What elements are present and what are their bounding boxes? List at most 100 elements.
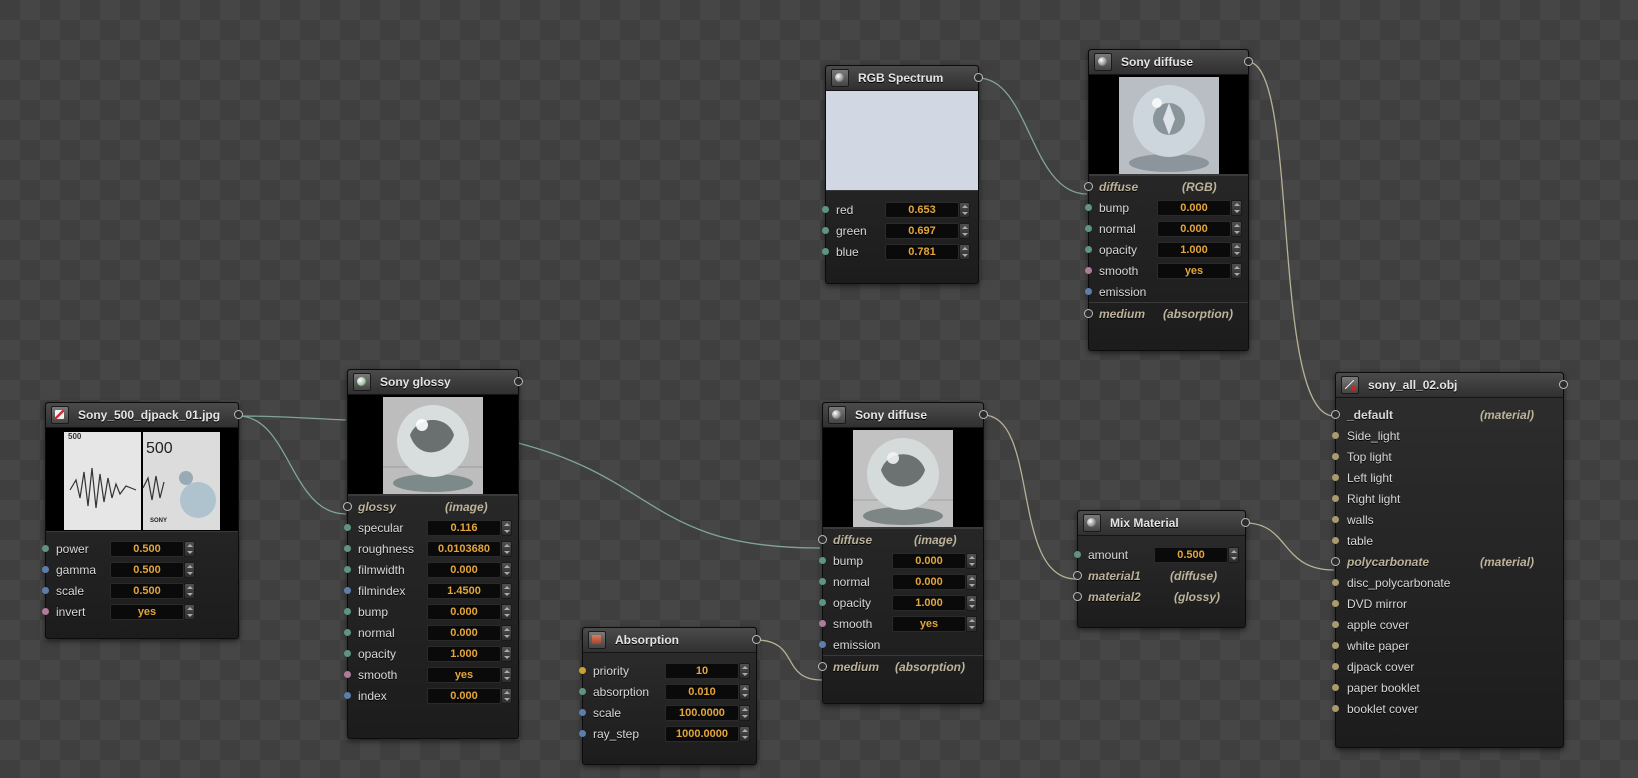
smooth-value-field[interactable]: yes bbox=[1157, 263, 1231, 279]
roughness-value-field[interactable]: 0.0103680 bbox=[427, 541, 501, 557]
glossy-node[interactable]: Sony glossy glossy (image) specular 0.116 … bbox=[343, 369, 523, 739]
absorption-node[interactable]: Absorption priority 10 absorption 0.010 sc… bbox=[579, 627, 761, 765]
input-port[interactable] bbox=[1331, 557, 1340, 566]
input-port[interactable] bbox=[1332, 663, 1339, 670]
specular-value-field[interactable]: 0.116 bbox=[427, 520, 501, 536]
input-port[interactable] bbox=[1085, 225, 1092, 232]
invert-value-field[interactable]: yes bbox=[110, 604, 184, 620]
stepper-icon[interactable] bbox=[966, 616, 977, 632]
texture-node-header[interactable]: Sony_500_djpack_01.jpg bbox=[46, 403, 243, 428]
absorption-value-field[interactable]: 0.010 bbox=[665, 684, 739, 700]
stepper-icon[interactable] bbox=[184, 541, 195, 557]
mesh-node-header[interactable]: sony_all_02.obj bbox=[1336, 373, 1568, 398]
input-port[interactable] bbox=[344, 566, 351, 573]
gamma-value-field[interactable]: 0.500 bbox=[110, 562, 184, 578]
stepper-icon[interactable] bbox=[501, 562, 512, 578]
input-port[interactable] bbox=[1085, 267, 1092, 274]
input-port[interactable] bbox=[1332, 600, 1339, 607]
bump-value-field[interactable]: 0.000 bbox=[892, 553, 966, 569]
input-port[interactable] bbox=[344, 692, 351, 699]
output-port[interactable] bbox=[1241, 518, 1250, 527]
input-port[interactable] bbox=[1332, 453, 1339, 460]
input-port[interactable] bbox=[1084, 182, 1093, 191]
stepper-icon[interactable] bbox=[959, 244, 970, 260]
stepper-icon[interactable] bbox=[959, 223, 970, 239]
input-port[interactable] bbox=[344, 608, 351, 615]
bump-value-field[interactable]: 0.000 bbox=[427, 604, 501, 620]
input-port[interactable] bbox=[42, 608, 49, 615]
diffuse-top-node-header[interactable]: Sony diffuse bbox=[1089, 50, 1253, 75]
stepper-icon[interactable] bbox=[739, 684, 750, 700]
stepper-icon[interactable] bbox=[1228, 547, 1239, 563]
input-port[interactable] bbox=[1332, 432, 1339, 439]
input-port[interactable] bbox=[1332, 684, 1339, 691]
diffuse-mid-node[interactable]: Sony diffuse diffuse (image) bump 0.000 no… bbox=[818, 402, 988, 704]
stepper-icon[interactable] bbox=[1231, 242, 1242, 258]
rgb-spectrum-node[interactable]: RGB Spectrum red 0.653 green 0.697 blue 0.7… bbox=[822, 65, 983, 284]
input-port[interactable] bbox=[343, 502, 352, 511]
mesh-node[interactable]: sony_all_02.obj _default (material) Side_… bbox=[1331, 372, 1568, 748]
index-value-field[interactable]: 0.000 bbox=[427, 688, 501, 704]
input-port[interactable] bbox=[42, 587, 49, 594]
absorption-node-header[interactable]: Absorption bbox=[583, 628, 761, 653]
output-port[interactable] bbox=[1244, 57, 1253, 66]
input-port[interactable] bbox=[1332, 516, 1339, 523]
stepper-icon[interactable] bbox=[184, 583, 195, 599]
input-port[interactable] bbox=[818, 662, 827, 671]
stepper-icon[interactable] bbox=[501, 604, 512, 620]
output-port[interactable] bbox=[514, 377, 523, 386]
normal-value-field[interactable]: 0.000 bbox=[427, 625, 501, 641]
stepper-icon[interactable] bbox=[184, 562, 195, 578]
red-value-field[interactable]: 0.653 bbox=[885, 202, 959, 218]
normal-value-field[interactable]: 0.000 bbox=[892, 574, 966, 590]
input-port[interactable] bbox=[344, 524, 351, 531]
filmindex-value-field[interactable]: 1.4500 bbox=[427, 583, 501, 599]
input-port[interactable] bbox=[822, 206, 829, 213]
stepper-icon[interactable] bbox=[739, 705, 750, 721]
input-port[interactable] bbox=[1332, 621, 1339, 628]
rgb-node-header[interactable]: RGB Spectrum bbox=[826, 66, 983, 91]
input-port[interactable] bbox=[1084, 309, 1093, 318]
stepper-icon[interactable] bbox=[966, 595, 977, 611]
stepper-icon[interactable] bbox=[501, 583, 512, 599]
texture-node[interactable]: Sony_500_djpack_01.jpg 500 500 SONY powe… bbox=[42, 402, 243, 639]
stepper-icon[interactable] bbox=[501, 667, 512, 683]
input-port[interactable] bbox=[819, 557, 826, 564]
input-port[interactable] bbox=[822, 227, 829, 234]
input-port[interactable] bbox=[1332, 705, 1339, 712]
output-port[interactable] bbox=[979, 410, 988, 419]
opacity-value-field[interactable]: 1.000 bbox=[427, 646, 501, 662]
input-port[interactable] bbox=[1331, 410, 1340, 419]
filmwidth-value-field[interactable]: 0.000 bbox=[427, 562, 501, 578]
input-port[interactable] bbox=[819, 578, 826, 585]
stepper-icon[interactable] bbox=[1231, 263, 1242, 279]
input-port[interactable] bbox=[1332, 495, 1339, 502]
blue-value-field[interactable]: 0.781 bbox=[885, 244, 959, 260]
stepper-icon[interactable] bbox=[501, 688, 512, 704]
input-port[interactable] bbox=[579, 730, 586, 737]
input-port[interactable] bbox=[1085, 288, 1092, 295]
diffuse-top-node[interactable]: Sony diffuse diffuse (RGB) bump 0.000 norm… bbox=[1084, 49, 1253, 351]
smooth-value-field[interactable]: yes bbox=[892, 616, 966, 632]
stepper-icon[interactable] bbox=[959, 202, 970, 218]
diffuse-mid-node-header[interactable]: Sony diffuse bbox=[823, 403, 988, 428]
input-port[interactable] bbox=[579, 688, 586, 695]
stepper-icon[interactable] bbox=[1231, 200, 1242, 216]
input-port[interactable] bbox=[579, 667, 586, 674]
stepper-icon[interactable] bbox=[739, 663, 750, 679]
input-port[interactable] bbox=[818, 535, 827, 544]
input-port[interactable] bbox=[819, 599, 826, 606]
input-port[interactable] bbox=[822, 248, 829, 255]
stepper-icon[interactable] bbox=[966, 574, 977, 590]
power-value-field[interactable]: 0.500 bbox=[110, 541, 184, 557]
input-port[interactable] bbox=[42, 566, 49, 573]
output-port[interactable] bbox=[974, 73, 983, 82]
normal-value-field[interactable]: 0.000 bbox=[1157, 221, 1231, 237]
ray-step-value-field[interactable]: 1000.0000 bbox=[665, 726, 739, 742]
stepper-icon[interactable] bbox=[501, 646, 512, 662]
scale-value-field[interactable]: 0.500 bbox=[110, 583, 184, 599]
glossy-node-header[interactable]: Sony glossy bbox=[348, 370, 523, 395]
output-port[interactable] bbox=[234, 410, 243, 419]
input-port[interactable] bbox=[819, 620, 826, 627]
input-port[interactable] bbox=[1332, 474, 1339, 481]
